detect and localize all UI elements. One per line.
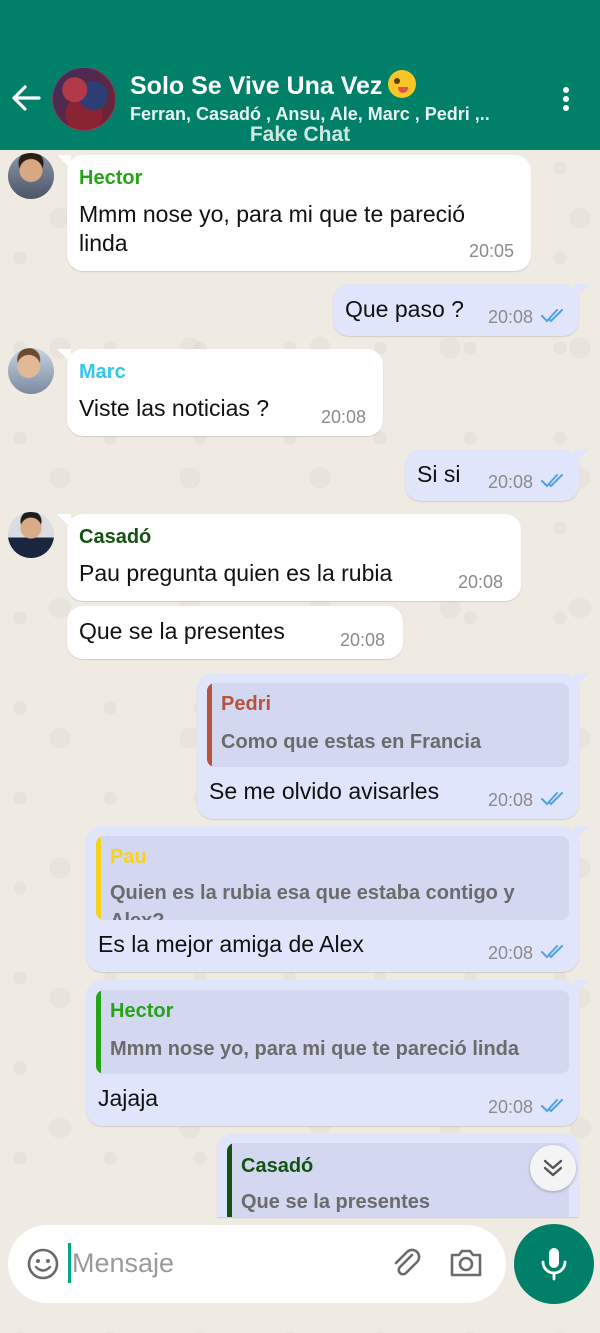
message-text: Que paso ? — [345, 296, 464, 322]
quote-author: Pedri — [221, 693, 272, 715]
message-bubble-hector[interactable]: Hector Mmm nose yo, para mi que te parec… — [57, 155, 531, 271]
quoted-message[interactable]: Pau Quien es la rubia esa que estaba con… — [96, 836, 569, 920]
more-options-icon[interactable] — [556, 84, 576, 114]
fake-chat-watermark: Fake Chat — [249, 123, 351, 146]
quote-text: Mmm nose yo, para mi que te pareció lind… — [110, 1038, 519, 1060]
message-bubble-reply[interactable]: Pedri Como que estas en Francia Se me ol… — [197, 673, 589, 819]
message-text: Jajaja — [98, 1085, 159, 1111]
back-arrow-icon[interactable] — [10, 84, 42, 112]
message-input-bar — [8, 1225, 506, 1303]
quote-bar — [227, 1143, 232, 1217]
zany-face-emoji-icon — [388, 70, 417, 98]
message-bubble-reply[interactable]: Casadó Que se la presentes — [217, 1133, 579, 1217]
text-cursor — [68, 1243, 71, 1283]
sender-name: Casadó — [79, 526, 152, 548]
quoted-message[interactable]: Hector Mmm nose yo, para mi que te parec… — [96, 990, 569, 1074]
camera-icon[interactable] — [448, 1246, 484, 1280]
message-text: Se me olvido avisarles — [209, 778, 440, 804]
sender-name: Hector — [79, 167, 143, 189]
message-bubble-marc[interactable]: Marc Viste las noticias ? 20:08 — [57, 349, 383, 436]
message-text: Si si — [417, 461, 461, 487]
quote-author: Hector — [110, 1000, 174, 1022]
group-members[interactable]: Ferran, Casadó , Ansu, Ale, Marc , Pedri… — [130, 104, 490, 125]
quote-author: Pau — [110, 846, 147, 868]
microphone-button[interactable] — [514, 1224, 594, 1304]
quote-text: Quien es la rubia esa que estaba contigo… — [110, 882, 515, 920]
quote-bar — [96, 990, 101, 1074]
message-bubble-reply[interactable]: Hector Mmm nose yo, para mi que te parec… — [86, 980, 589, 1126]
quote-text: Como que estas en Francia — [221, 731, 482, 753]
message-bubble-reply[interactable]: Pau Quien es la rubia esa que estaba con… — [86, 826, 589, 972]
message-text: Mmm nose yo, para mi que te pareció lind… — [79, 200, 465, 258]
quote-text: Que se la presentes — [241, 1191, 430, 1213]
quote-bar — [207, 683, 212, 767]
message-time: 20:05 — [469, 241, 515, 261]
attach-paperclip-icon[interactable] — [388, 1245, 424, 1281]
microphone-icon — [541, 1248, 567, 1281]
message-bubble-outgoing[interactable]: Que paso ? 20:08 — [333, 284, 589, 336]
sender-name: Marc — [79, 361, 126, 383]
message-input[interactable] — [72, 1241, 372, 1285]
message-time: 20:08 — [488, 472, 534, 492]
message-time: 20:08 — [488, 790, 534, 810]
message-time: 20:08 — [488, 307, 534, 327]
message-text: Es la mejor amiga de Alex — [98, 931, 364, 957]
avatar-casado[interactable] — [8, 512, 54, 558]
message-text: Que se la presentes — [79, 618, 285, 644]
group-title-text: Solo Se Vive Una Vez — [130, 72, 383, 100]
message-time: 20:08 — [458, 572, 504, 592]
message-text: Viste las noticias ? — [79, 395, 270, 421]
message-time: 20:08 — [321, 407, 367, 427]
group-avatar[interactable] — [52, 67, 116, 131]
quoted-message[interactable]: Casadó Que se la presentes — [227, 1143, 569, 1217]
read-ticks-icon — [541, 792, 563, 806]
message-bubble-outgoing[interactable]: Si si 20:08 — [405, 449, 589, 501]
avatar-hector[interactable] — [8, 153, 54, 199]
read-ticks-icon — [541, 309, 563, 323]
message-time: 20:08 — [488, 943, 534, 963]
read-ticks-icon — [541, 945, 563, 959]
message-text-line2: linda — [79, 230, 128, 256]
double-chevron-down-icon — [543, 1159, 563, 1177]
message-text: Pau pregunta quien es la rubia — [79, 560, 393, 586]
read-ticks-icon — [541, 474, 563, 488]
message-bubble-casado[interactable]: Casadó Pau pregunta quien es la rubia 20… — [57, 514, 521, 601]
quote-author: Casadó — [241, 1155, 314, 1177]
group-title[interactable]: Solo Se Vive Una Vez — [130, 70, 417, 101]
avatar-marc[interactable] — [8, 348, 54, 394]
scroll-to-bottom-button[interactable] — [530, 1145, 576, 1191]
chat-header: Solo Se Vive Una Vez Ferran, Casadó , An… — [0, 0, 600, 150]
message-bubble-casado[interactable]: Que se la presentes 20:08 — [67, 606, 403, 659]
message-time: 20:08 — [340, 630, 386, 650]
quote-bar — [96, 836, 101, 920]
emoji-icon[interactable] — [26, 1247, 60, 1281]
message-text-line1: Mmm nose yo, para mi que te pareció — [79, 201, 466, 227]
message-time: 20:08 — [488, 1097, 534, 1117]
quoted-message[interactable]: Pedri Como que estas en Francia — [207, 683, 569, 767]
read-ticks-icon — [541, 1099, 563, 1113]
